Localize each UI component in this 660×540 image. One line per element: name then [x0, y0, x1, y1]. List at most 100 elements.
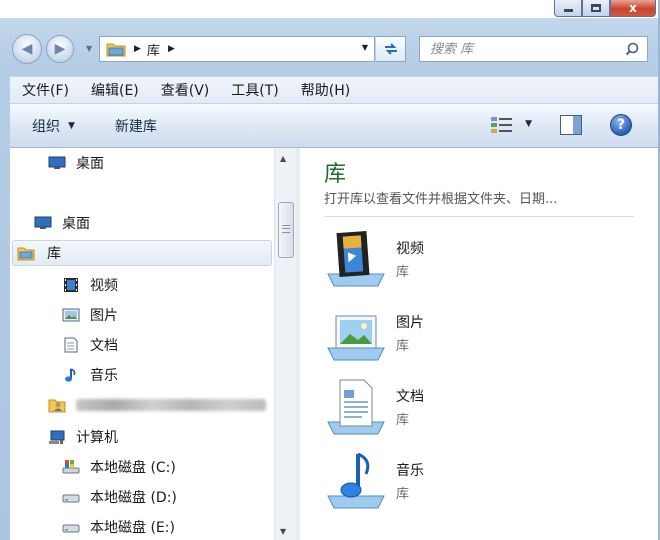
address-row: ◀ ▶ ▼ ▶ 库 ▶ ▼ [0, 30, 660, 70]
menu-view[interactable]: 查看(V) [161, 80, 210, 100]
document-library-icon [327, 379, 385, 435]
recent-pages-dropdown[interactable]: ▼ [86, 44, 92, 53]
nav-item-label: 音乐 [90, 368, 118, 384]
nav-item-libraries[interactable]: 库 [12, 240, 272, 266]
new-library-button[interactable]: 新建库 [115, 116, 157, 136]
menu-bar: 文件(F) 编辑(E) 查看(V) 工具(T) 帮助(H) [10, 76, 658, 104]
desktop-icon [48, 156, 66, 169]
video-library-icon [327, 231, 385, 287]
nav-item-label: 本地磁盘 (C:) [90, 460, 176, 476]
content-pane: 库 打开库以查看文件并根据文件夹、日期... 视频 库 图片 库 文档 库 音乐… [300, 148, 658, 540]
breadcrumb-separator-icon[interactable]: ▶ [134, 44, 141, 54]
page-subtitle: 打开库以查看文件并根据文件夹、日期... [324, 192, 558, 207]
library-type: 库 [396, 265, 410, 280]
document-icon [64, 337, 78, 353]
page-title: 库 [324, 162, 347, 187]
nav-item-videos[interactable]: 视频 [62, 272, 118, 298]
close-button[interactable]: x [610, 0, 656, 17]
video-icon [64, 278, 78, 292]
address-bar[interactable]: ▶ 库 ▶ ▼ [99, 36, 375, 62]
picture-icon [62, 308, 80, 322]
nav-item-desktop-favorite[interactable]: 桌面 [48, 150, 104, 176]
nav-item-computer[interactable]: 计算机 [48, 424, 118, 450]
back-button[interactable]: ◀ [12, 34, 42, 64]
nav-item-label: 文档 [90, 338, 118, 354]
organize-button[interactable]: 组织 ▼ [32, 116, 75, 136]
music-library-icon [327, 452, 385, 509]
command-bar: 组织 ▼ 新建库 ▼ ? [10, 104, 658, 148]
library-type: 库 [396, 339, 410, 354]
library-folder-icon [106, 43, 126, 57]
menu-tools[interactable]: 工具(T) [231, 80, 278, 100]
nav-item-desktop[interactable]: 桌面 [34, 210, 90, 236]
grip-icon [282, 225, 290, 233]
minimize-button[interactable] [554, 0, 582, 17]
computer-icon [49, 430, 65, 444]
nav-item-label: 桌面 [76, 156, 104, 172]
navigation-pane: 桌面 桌面 库 视频 图片 文档 音乐 计算机 本地磁盘 (C:) 本地磁盘 (… [10, 148, 274, 540]
scroll-up-icon[interactable]: ▲ [280, 154, 286, 163]
nav-pane-scrollbar[interactable]: ▲ ▼ [274, 148, 296, 540]
library-item-videos[interactable]: 视频 库 [324, 228, 644, 296]
nav-item-drive-c[interactable]: 本地磁盘 (C:) [62, 454, 176, 480]
menu-file[interactable]: 文件(F) [22, 80, 69, 100]
address-dropdown-icon[interactable]: ▼ [362, 43, 368, 52]
nav-item-drive-e[interactable]: 本地磁盘 (E:) [62, 514, 175, 540]
help-icon[interactable]: ? [610, 114, 632, 136]
nav-item-label: 库 [47, 246, 61, 262]
nav-item-label: 计算机 [76, 430, 118, 446]
library-type: 库 [396, 487, 410, 502]
scrollbar-thumb[interactable] [278, 202, 294, 258]
library-name: 文档 [396, 389, 424, 405]
breadcrumb-separator-icon[interactable]: ▶ [168, 44, 175, 54]
menu-help[interactable]: 帮助(H) [301, 80, 350, 100]
library-name: 音乐 [396, 463, 424, 479]
scroll-down-icon[interactable]: ▼ [280, 527, 286, 536]
forward-arrow-icon: ▶ [54, 41, 66, 57]
change-view-icon[interactable] [490, 116, 514, 134]
picture-library-icon [327, 315, 385, 361]
desktop-icon [34, 216, 52, 229]
minimize-icon [563, 9, 573, 12]
library-item-documents[interactable]: 文档 库 [324, 376, 644, 444]
refresh-icon [384, 43, 397, 55]
nav-item-label: 本地磁盘 (D:) [90, 490, 177, 506]
nav-item-music[interactable]: 音乐 [62, 362, 118, 388]
forward-button[interactable]: ▶ [46, 35, 74, 63]
nav-item-label: 视频 [90, 278, 118, 294]
library-item-pictures[interactable]: 图片 库 [324, 302, 644, 370]
search-icon[interactable] [625, 42, 639, 56]
caption-buttons: x [554, 0, 656, 17]
maximize-button[interactable] [582, 0, 610, 17]
nav-item-label: 桌面 [62, 216, 90, 232]
library-type: 库 [396, 413, 410, 428]
drive-icon [62, 524, 80, 533]
back-arrow-icon: ◀ [21, 41, 33, 57]
organize-label: 组织 [32, 118, 60, 135]
system-drive-icon [62, 460, 80, 474]
view-options-dropdown-icon[interactable]: ▼ [525, 119, 532, 129]
library-name: 视频 [396, 241, 424, 257]
nav-item-drive-d[interactable]: 本地磁盘 (D:) [62, 484, 177, 510]
close-icon: x [629, 1, 637, 15]
library-item-music[interactable]: 音乐 库 [324, 450, 644, 518]
nav-item-label: 本地磁盘 (E:) [90, 520, 175, 536]
search-field[interactable] [419, 36, 648, 62]
user-folder-icon [48, 399, 66, 413]
divider [324, 216, 634, 217]
menu-edit[interactable]: 编辑(E) [91, 80, 139, 100]
breadcrumb-library[interactable]: 库 [147, 40, 160, 59]
redacted-username [76, 399, 266, 411]
refresh-button[interactable] [376, 36, 406, 62]
music-icon [65, 368, 76, 382]
search-input[interactable] [430, 41, 610, 57]
nav-item-label: 图片 [90, 308, 118, 324]
maximize-icon [591, 4, 601, 12]
chevron-down-icon: ▼ [68, 120, 75, 131]
nav-item-pictures[interactable]: 图片 [62, 302, 118, 328]
preview-pane-icon[interactable] [560, 115, 582, 135]
library-folder-icon [17, 247, 35, 261]
nav-item-user-folder[interactable] [48, 392, 266, 418]
library-name: 图片 [396, 315, 424, 331]
nav-item-documents[interactable]: 文档 [62, 332, 118, 358]
